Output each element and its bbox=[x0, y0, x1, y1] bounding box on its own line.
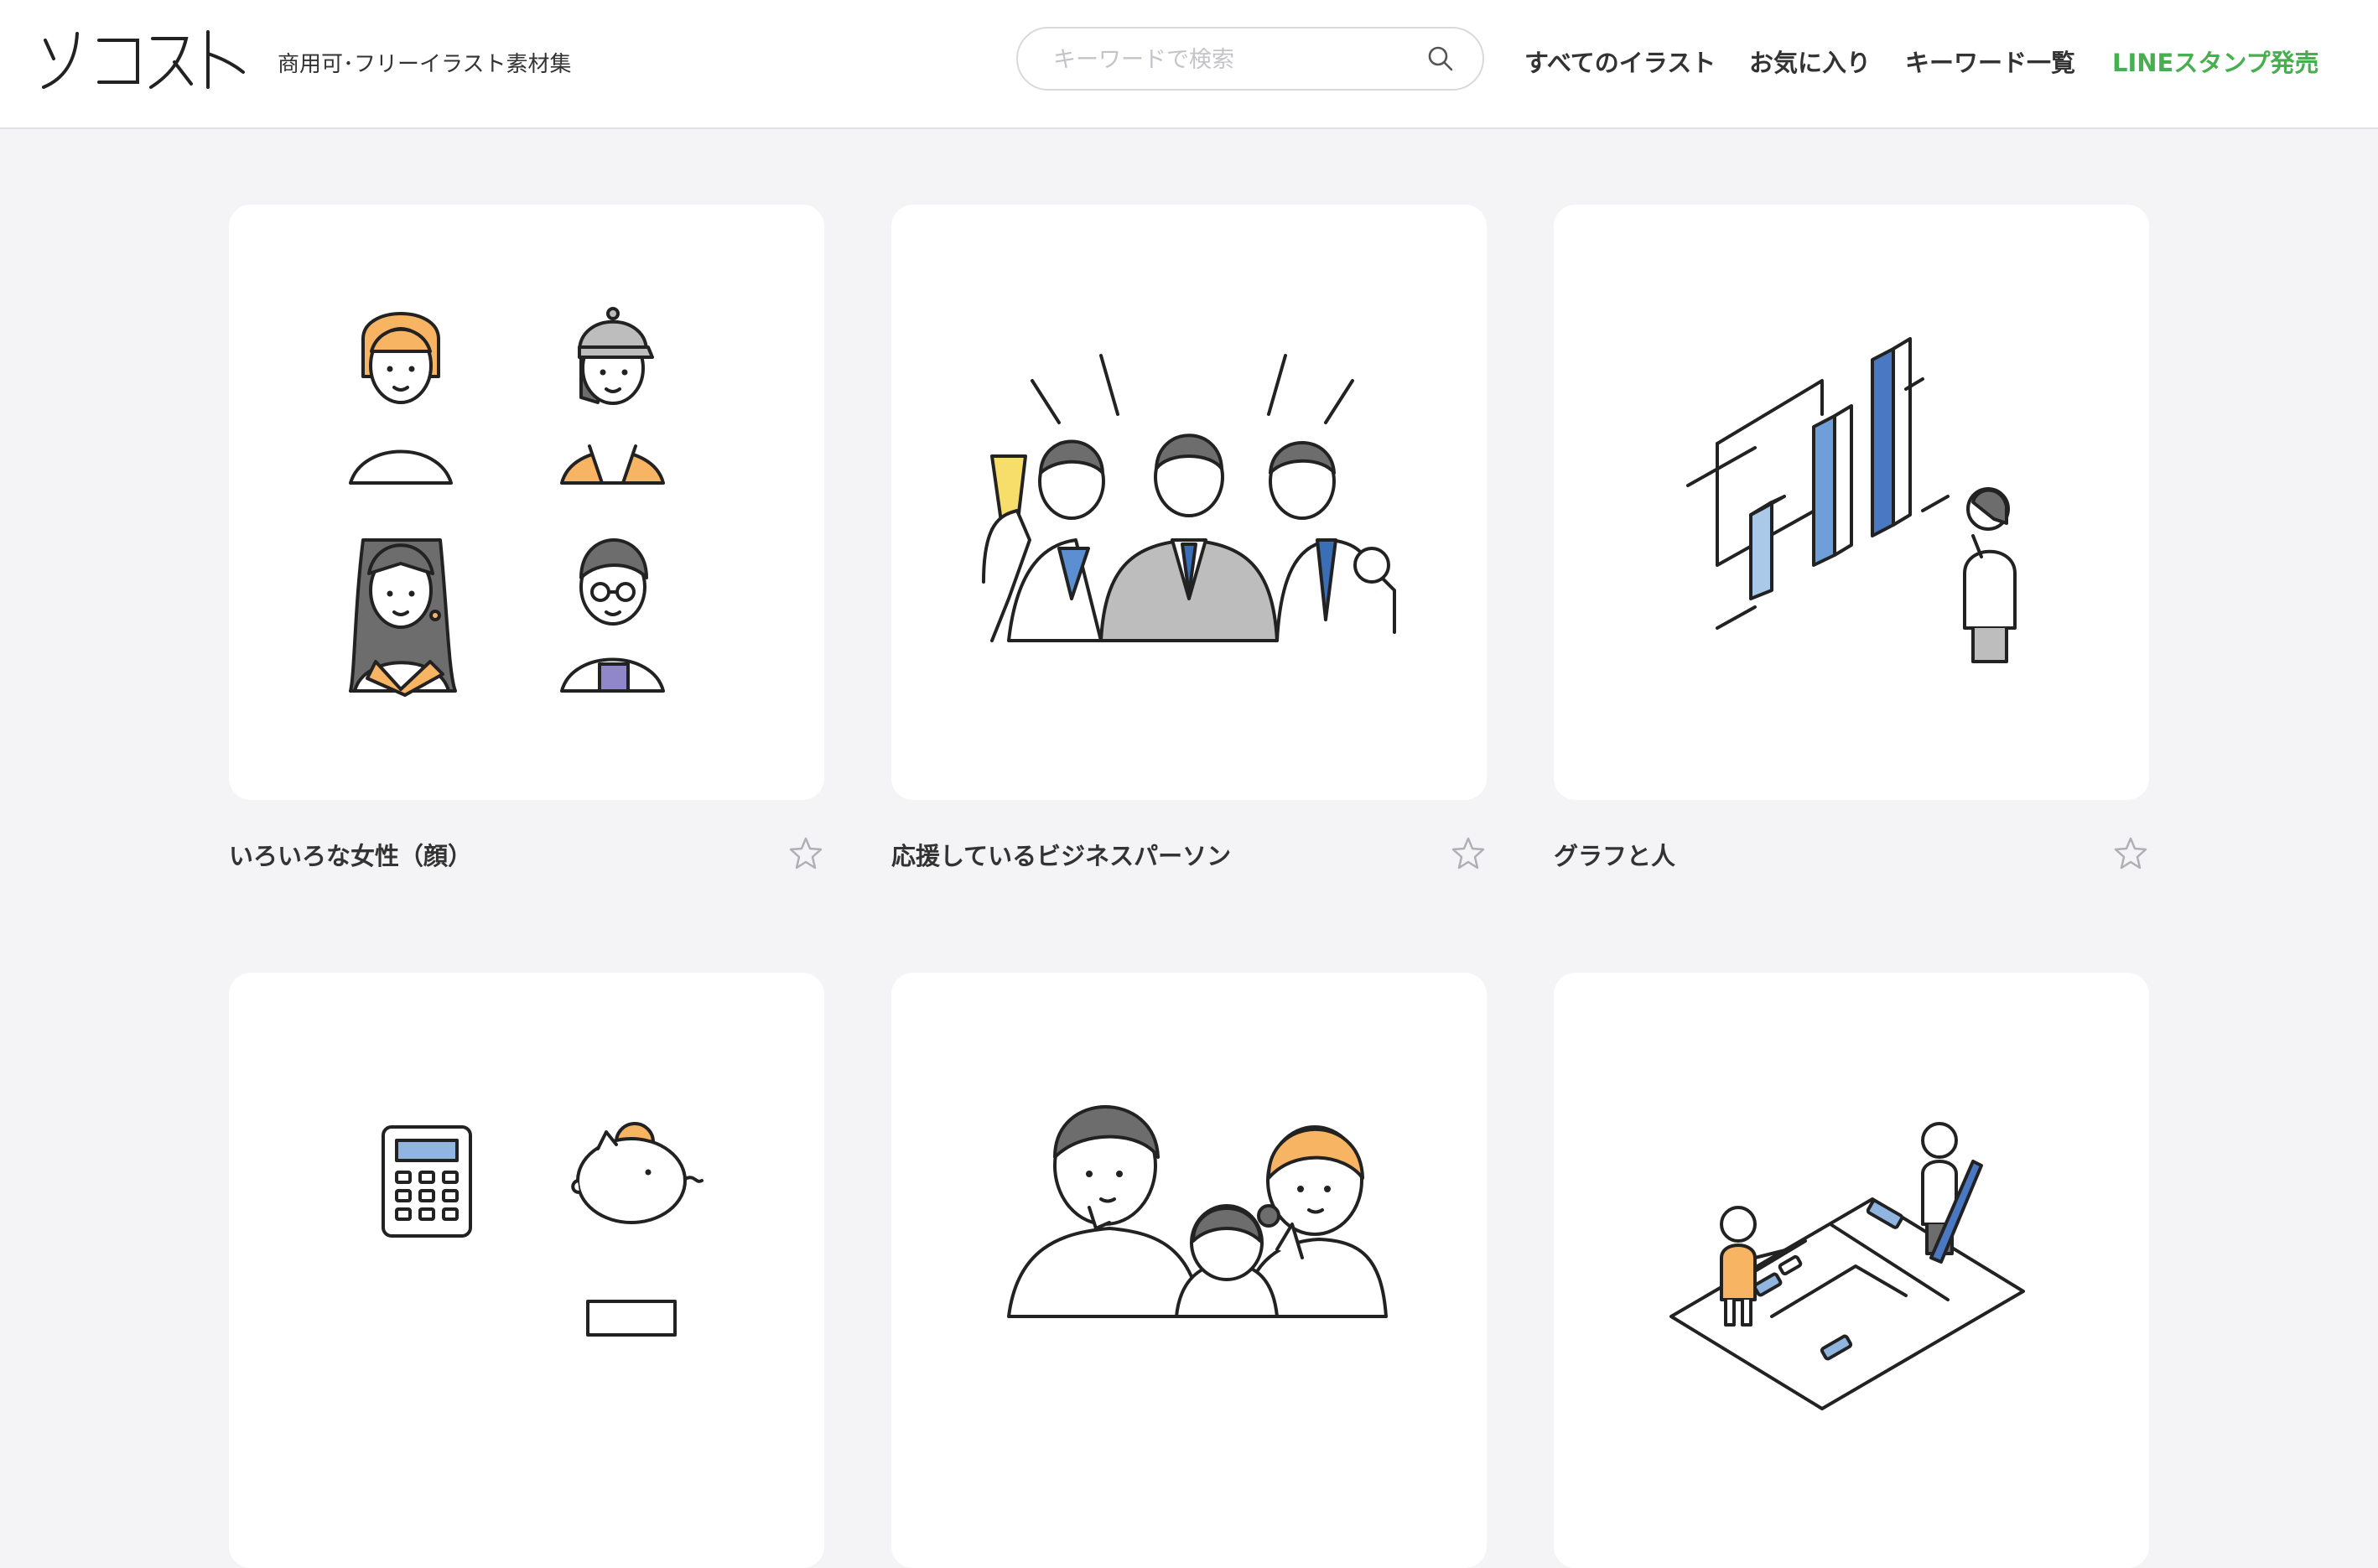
search-icon bbox=[1428, 46, 1453, 71]
nav-all-illustrations[interactable]: すべてのイラスト bbox=[1524, 44, 1716, 79]
illustration-title[interactable]: いろいろな女性（顔） bbox=[229, 837, 472, 872]
illustration-card[interactable] bbox=[1554, 973, 2149, 1568]
search-input[interactable] bbox=[1051, 29, 1407, 91]
star-icon[interactable] bbox=[1451, 836, 1486, 871]
money-items-illustration bbox=[382, 1122, 704, 1337]
women-faces-illustration bbox=[349, 307, 665, 697]
illustration-card[interactable] bbox=[229, 973, 824, 1568]
star-icon[interactable] bbox=[2113, 836, 2148, 871]
graph-person-illustration bbox=[1686, 337, 2017, 663]
business-people-illustration bbox=[982, 354, 1396, 642]
illustration-card[interactable] bbox=[1554, 205, 2149, 800]
site-header: 商用可･フリーイラスト素材集 すべてのイラスト お気に入り キーワード一覧 LI… bbox=[0, 0, 2378, 129]
illustration-card[interactable] bbox=[891, 205, 1487, 800]
search-box bbox=[1016, 27, 1484, 91]
nav-line-stamp[interactable]: LINEスタンプ発売 bbox=[2112, 44, 2318, 79]
site-tagline: 商用可･フリーイラスト素材集 bbox=[278, 52, 572, 77]
thinking-people-illustration bbox=[1007, 1105, 1388, 1318]
nav-keyword-list[interactable]: キーワード一覧 bbox=[1905, 44, 2075, 79]
search-button[interactable] bbox=[1425, 44, 1457, 75]
illustration-title[interactable]: 応援しているビジネスパーソン bbox=[891, 837, 1231, 872]
nav-favorites[interactable]: お気に入り bbox=[1749, 44, 1871, 79]
illustration-title[interactable]: グラフと人 bbox=[1554, 837, 1675, 872]
site-logo[interactable] bbox=[37, 25, 248, 92]
illustration-card[interactable] bbox=[891, 973, 1487, 1568]
star-icon[interactable] bbox=[788, 836, 823, 871]
illustration-card[interactable] bbox=[229, 205, 824, 800]
map-people-illustration bbox=[1669, 1122, 2025, 1410]
